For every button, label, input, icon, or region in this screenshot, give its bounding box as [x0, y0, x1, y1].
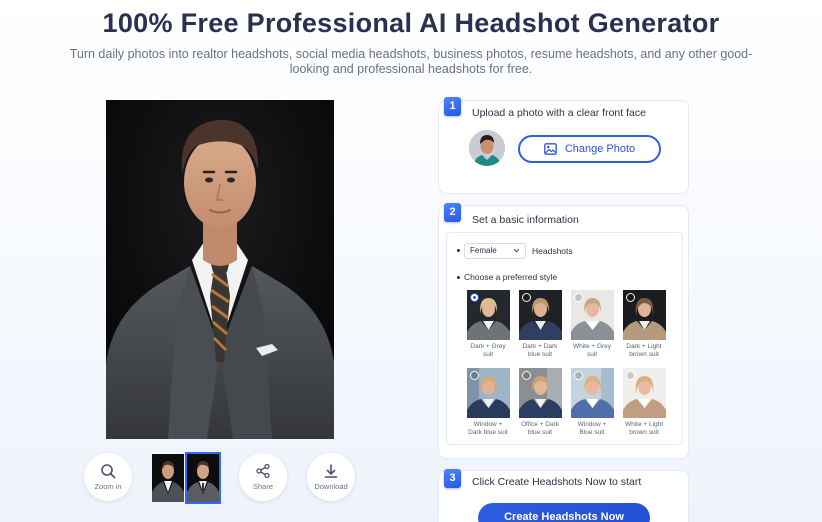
step2-badge: 2: [444, 203, 461, 222]
style-option-white-lightbrown[interactable]: White + Light brown suit: [620, 368, 668, 436]
basic-info-panel: Female Headshots Choose a preferred styl…: [446, 232, 683, 445]
style-radio[interactable]: [625, 293, 635, 302]
share-label: Share: [252, 482, 273, 491]
step1-title: Upload a photo with a clear front face: [472, 107, 646, 119]
style-radio[interactable]: [573, 371, 583, 380]
style-caption: Dark + Dark blue suit: [522, 343, 558, 358]
share-button[interactable]: Share: [239, 453, 287, 501]
style-radio[interactable]: [521, 293, 531, 302]
download-icon: [324, 464, 338, 478]
download-button[interactable]: Download: [307, 453, 355, 501]
style-caption: Dark + Light brown suit: [626, 343, 662, 358]
change-photo-button[interactable]: Change Photo: [518, 135, 661, 163]
chevron-down-icon: [513, 248, 520, 253]
style-option-dark-lightbrown[interactable]: Dark + Light brown suit: [620, 290, 668, 358]
style-caption: Dark + Grey suit: [470, 343, 506, 358]
bullet: [457, 276, 460, 279]
style-radio[interactable]: [625, 371, 635, 380]
style-radio[interactable]: [469, 371, 479, 380]
result-thumbnail-1[interactable]: [152, 454, 184, 502]
style-caption: Office + Dark blue suit: [521, 421, 559, 436]
download-label: Download: [314, 482, 348, 491]
uploaded-photo-avatar: [469, 130, 505, 166]
page-title: 100% Free Professional AI Headshot Gener…: [102, 8, 720, 38]
style-radio[interactable]: [469, 293, 479, 302]
style-option-window-darkblue[interactable]: Window + Dark blue suit: [464, 368, 512, 436]
share-icon: [256, 463, 270, 479]
step2-title: Set a basic information: [472, 214, 579, 226]
style-option-dark-darkblue[interactable]: Dark + Dark blue suit: [516, 290, 564, 358]
step3-title: Click Create Headshots Now to start: [472, 476, 642, 488]
style-radio[interactable]: [521, 371, 531, 380]
style-option-dark-grey[interactable]: Dark + Grey suit: [464, 290, 512, 358]
style-caption: White + Light brown suit: [624, 421, 664, 436]
step2-card: 2 Set a basic information Female Headsho…: [438, 203, 689, 459]
style-caption: White + Grey suit: [572, 343, 612, 358]
create-headshots-button[interactable]: Create Headshots Now: [478, 503, 650, 522]
gender-select-value: Female: [470, 246, 497, 255]
result-thumbnail-2[interactable]: [185, 452, 221, 504]
zoom-in-button[interactable]: Zoom in: [84, 453, 132, 501]
page-subtitle: Turn daily photos into realtor headshots…: [69, 47, 753, 76]
gender-suffix-label: Headshots: [532, 246, 573, 256]
style-caption: Window + Dark blue suit: [468, 421, 508, 436]
zoom-in-label: Zoom in: [94, 482, 122, 491]
gender-select[interactable]: Female: [464, 243, 526, 259]
step3-badge: 3: [444, 469, 461, 488]
style-caption: Window + Blue suit: [577, 421, 607, 436]
headshot-preview-image: [106, 100, 334, 439]
style-option-white-grey[interactable]: White + Grey suit: [568, 290, 616, 358]
step1-card: 1 Upload a photo with a clear front face…: [438, 97, 689, 194]
style-heading: Choose a preferred style: [464, 272, 558, 282]
style-radio[interactable]: [573, 293, 583, 302]
step1-badge: 1: [444, 97, 461, 116]
bullet: [457, 249, 460, 252]
style-option-window-blue[interactable]: Window + Blue suit: [568, 368, 616, 436]
style-option-office-darkblue[interactable]: Office + Dark blue suit: [516, 368, 564, 436]
zoom-icon: [101, 464, 116, 479]
change-photo-label: Change Photo: [564, 143, 636, 155]
image-icon: [543, 143, 557, 155]
